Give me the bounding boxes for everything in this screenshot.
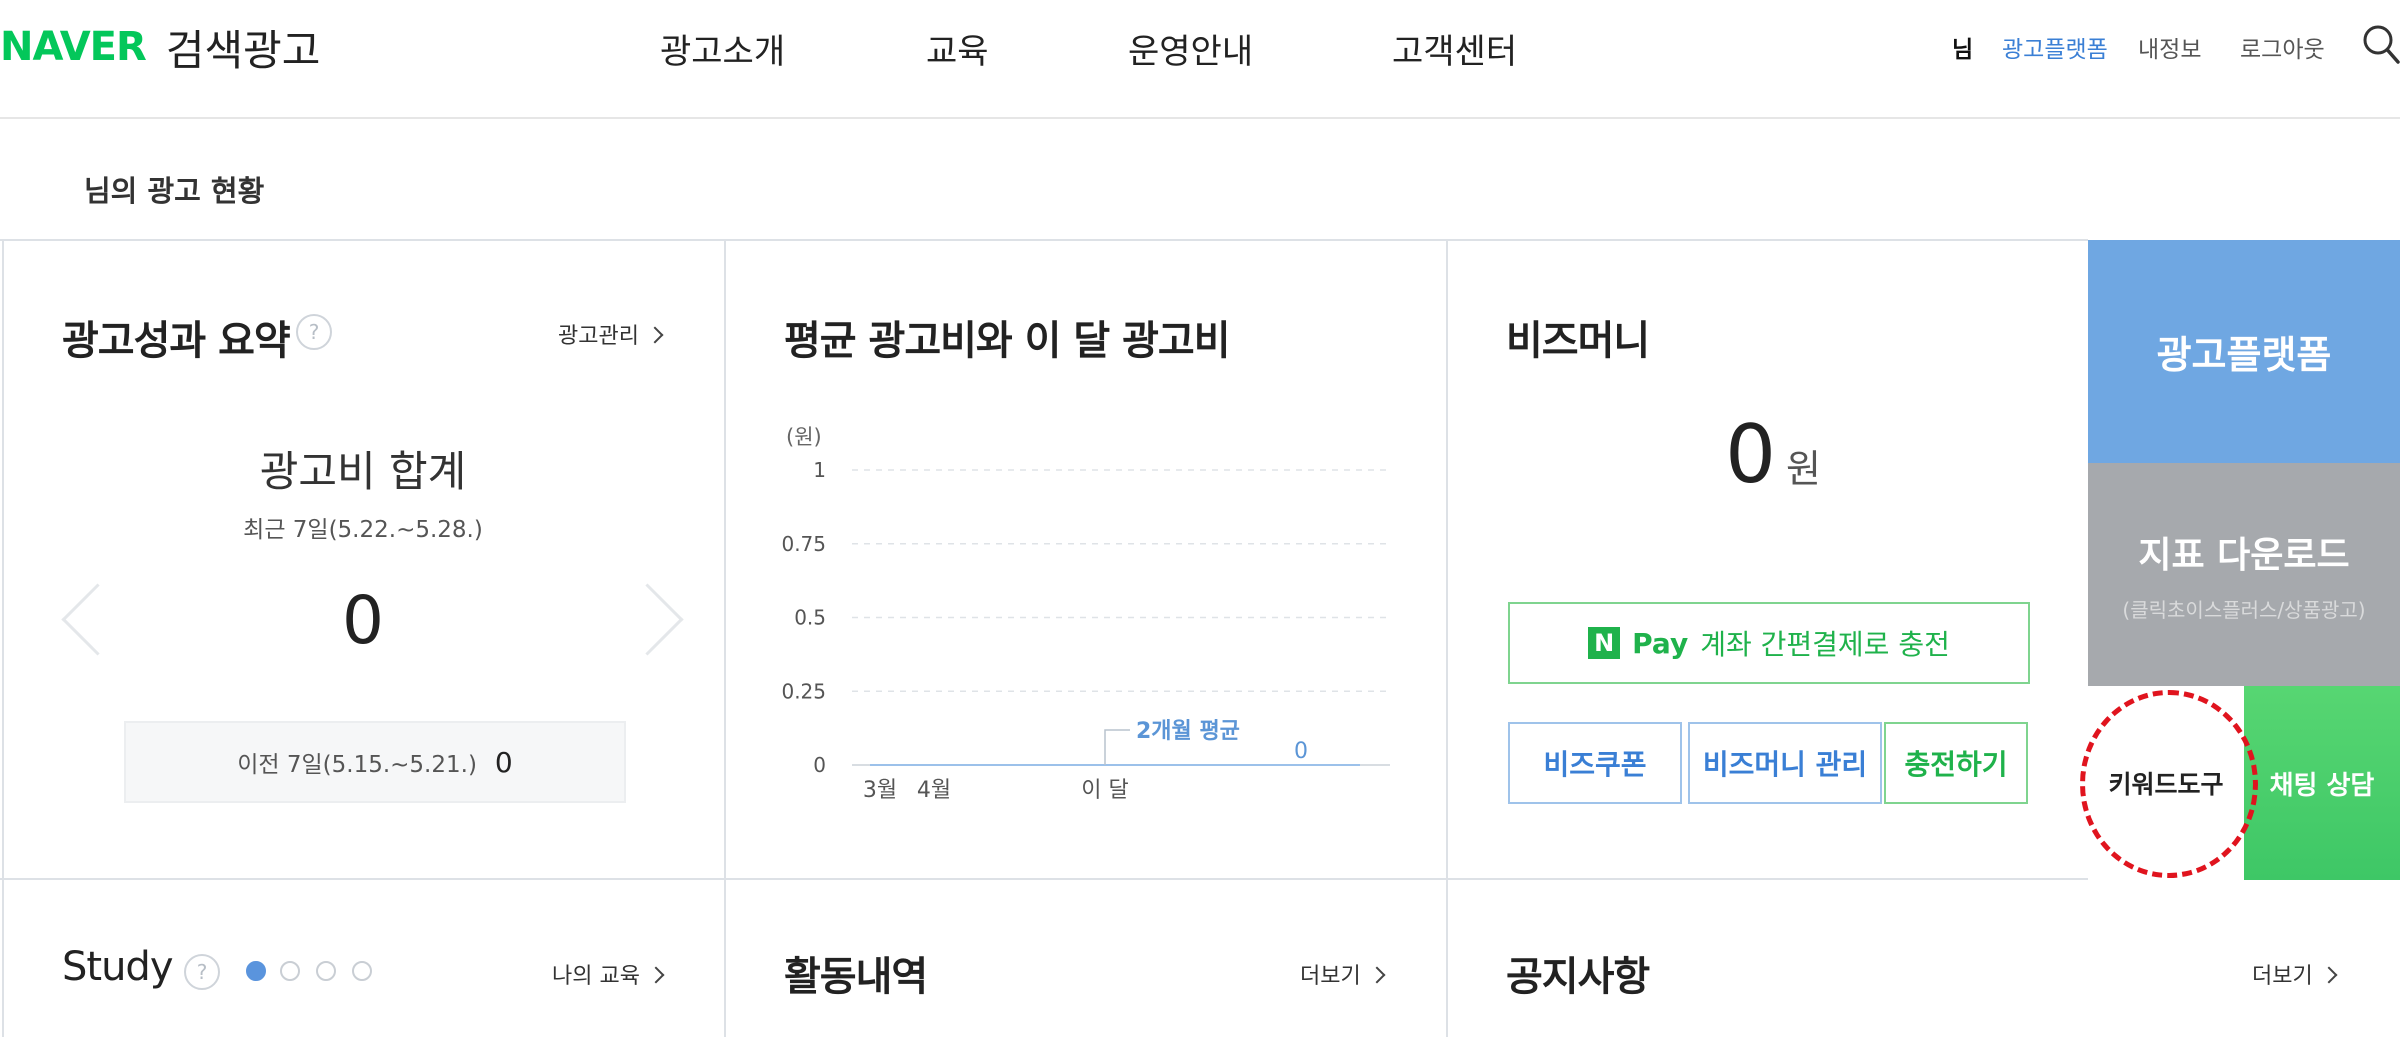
notice-more-label: 더보기 xyxy=(2252,964,2313,989)
activity-more-label: 더보기 xyxy=(1300,964,1361,989)
avg-annotation-label: 2개월 평균 xyxy=(1136,719,1240,744)
ad-manage-label: 광고관리 xyxy=(558,324,639,349)
x-tick-label: 이 달 xyxy=(1081,778,1128,803)
notice-title: 공지사항 xyxy=(1506,954,1650,1000)
grid-middle-border xyxy=(0,878,2400,880)
y-tick-label: 0 xyxy=(813,753,826,777)
user-name: 님 xyxy=(1952,37,1974,63)
grid-top-border xyxy=(0,239,2088,241)
chevron-right-icon xyxy=(1368,966,1386,984)
x-tick-label: 3월 xyxy=(863,778,897,803)
prev-period-label: 이전 7일(5.15.~5.21.) xyxy=(237,752,477,778)
previous-period-box: 이전 7일(5.15.~5.21.) 0 xyxy=(124,721,626,803)
y-tick-label: 1 xyxy=(813,458,826,482)
x-tick-label: 4월 xyxy=(917,778,951,803)
nav-education[interactable]: 교육 xyxy=(926,24,989,73)
search-icon[interactable] xyxy=(2362,24,2400,66)
spend-label: 광고비 합계 xyxy=(259,447,467,496)
nav-ad-intro[interactable]: 광고소개 xyxy=(660,24,785,73)
npay-logo-icon: N xyxy=(1588,627,1621,659)
carousel-dot-1[interactable] xyxy=(246,961,266,981)
nav-operation-guide[interactable]: 운영안내 xyxy=(1128,24,1253,73)
bizmoney-unit: 원 xyxy=(1785,447,1821,491)
prev-period-value: 0 xyxy=(494,745,513,779)
nav-customer-center[interactable]: 고객센터 xyxy=(1392,24,1517,73)
platform-link[interactable]: 광고플랫폼 xyxy=(2002,30,2108,64)
logo-service: 검색광고 xyxy=(165,25,321,75)
logout-link[interactable]: 로그아웃 xyxy=(2240,30,2325,64)
chevron-right-icon xyxy=(647,966,665,984)
notice-more-link[interactable]: 더보기 xyxy=(2252,958,2338,990)
carousel-dot-3[interactable] xyxy=(316,961,336,981)
chat-consult-tile[interactable]: 채팅 상담 xyxy=(2244,686,2400,880)
header: NAVER 검색광고 광고소개 교육 운영안내 고객센터 님 광고플랫폼 내정보… xyxy=(0,0,2400,119)
my-education-link[interactable]: 나의 교육 xyxy=(552,958,665,990)
logo-brand: NAVER xyxy=(0,24,147,70)
bizmoney-manage-button[interactable]: 비즈머니 관리 xyxy=(1688,722,1882,804)
avg-annotation-value: 0 xyxy=(1294,739,1308,764)
my-education-label: 나의 교육 xyxy=(552,964,640,989)
ad-spend-chart: (원) 1 0.75 0.5 0.25 0 3월 4월 이 달 2개월 평균 0 xyxy=(781,425,1390,803)
spend-period: 최근 7일(5.22.~5.28.) xyxy=(243,517,483,543)
highlight-circle xyxy=(2080,690,2258,878)
metrics-download-tile[interactable]: 지표 다운로드 (클릭초이스플러스/상품광고) xyxy=(2088,463,2400,686)
chart-title: 평균 광고비와 이 달 광고비 xyxy=(784,318,1231,364)
activity-more-link[interactable]: 더보기 xyxy=(1300,958,1386,990)
bizmoney-title: 비즈머니 xyxy=(1506,318,1650,364)
activity-title: 활동내역 xyxy=(784,954,928,1000)
section-title: 님의 광고 현황 xyxy=(84,174,265,208)
ad-platform-tile[interactable]: 광고플랫폼 xyxy=(2088,240,2400,463)
metrics-download-sub: (클릭초이스플러스/상품광고) xyxy=(2122,598,2366,622)
chevron-right-icon xyxy=(2320,966,2338,984)
biz-coupon-button[interactable]: 비즈쿠폰 xyxy=(1508,722,1682,804)
bizmoney-balance: 0원 xyxy=(1448,408,2098,501)
bizmoney-value: 0 xyxy=(1725,408,1776,501)
y-tick-label: 0.5 xyxy=(794,606,826,630)
carousel-dot-4[interactable] xyxy=(352,961,372,981)
study-title: Study xyxy=(62,944,173,990)
study-help-icon[interactable]: ? xyxy=(184,954,220,990)
charge-button[interactable]: 충전하기 xyxy=(1884,722,2028,804)
avg-annotation-leader xyxy=(1104,729,1130,765)
my-info-link[interactable]: 내정보 xyxy=(2138,30,2201,64)
grid-divider-2 xyxy=(1446,239,1448,1037)
npay-charge-button[interactable]: N Pay 계좌 간편결제로 충전 xyxy=(1508,602,2030,684)
summary-title: 광고성과 요약 xyxy=(62,318,291,364)
help-icon[interactable]: ? xyxy=(296,314,332,350)
carousel-dot-2[interactable] xyxy=(280,961,300,981)
metrics-download-label: 지표 다운로드 xyxy=(2138,535,2350,576)
npay-pay-label: Pay xyxy=(1632,626,1689,660)
ad-manage-link[interactable]: 광고관리 xyxy=(558,318,664,350)
logo[interactable]: NAVER 검색광고 xyxy=(0,22,320,75)
y-tick-label: 0.75 xyxy=(781,532,826,556)
y-tick-label: 0.25 xyxy=(781,679,826,703)
chevron-right-icon xyxy=(646,326,664,344)
npay-charge-label: 계좌 간편결제로 충전 xyxy=(1700,628,1950,661)
chart-ylabel: (원) xyxy=(786,425,822,449)
